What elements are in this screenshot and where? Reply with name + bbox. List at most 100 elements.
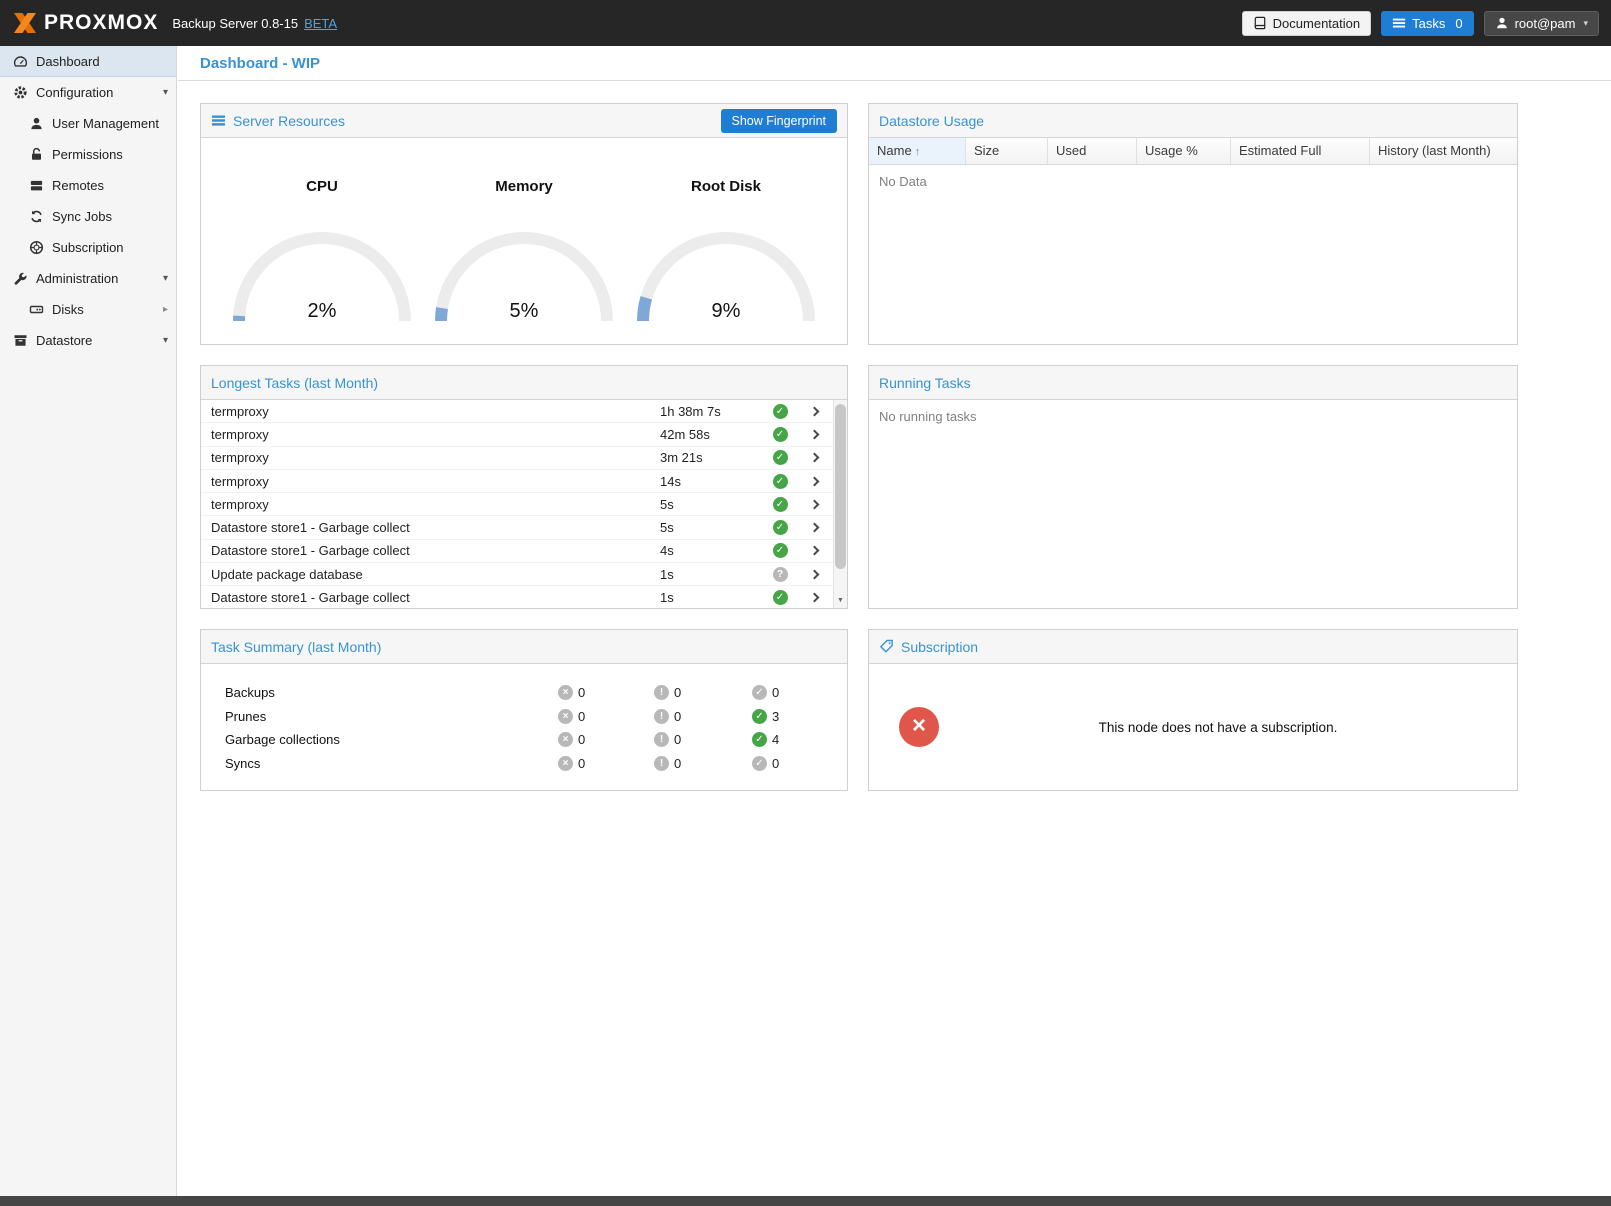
task-row[interactable]: termproxy 1h 38m 7s ✓ xyxy=(201,400,833,423)
book-icon xyxy=(1253,16,1267,30)
task-name: termproxy xyxy=(201,450,660,465)
chevron-right-icon[interactable] xyxy=(795,547,833,554)
longest-tasks-panel: Longest Tasks (last Month) termproxy 1h … xyxy=(200,365,848,609)
ok-count: 0 xyxy=(772,685,779,700)
error-count: 0 xyxy=(578,732,585,747)
tasks-label: Tasks xyxy=(1412,16,1445,31)
topbar-actions: Documentation Tasks 0 root@pam ▾ xyxy=(1242,11,1599,36)
status-ok-icon: ✓ xyxy=(773,427,788,442)
task-duration: 42m 58s xyxy=(660,427,765,442)
task-row[interactable]: termproxy 42m 58s ✓ xyxy=(201,423,833,446)
sidebar-item-label: Remotes xyxy=(52,178,104,193)
subscription-panel: Subscription × This node does not have a… xyxy=(868,629,1518,791)
task-name: Datastore store1 - Garbage collect xyxy=(201,543,660,558)
chevron-right-icon[interactable] xyxy=(795,478,833,485)
chevron-right-icon[interactable] xyxy=(795,408,833,415)
sidebar-item-configuration[interactable]: Configuration ▾ xyxy=(0,77,176,108)
ok-count-icon: ✓ xyxy=(752,756,767,771)
gauge-value: 2% xyxy=(227,300,417,323)
ok-count-icon: ✓ xyxy=(752,685,767,700)
sidebar-item-subscription[interactable]: Subscription xyxy=(0,232,176,263)
task-duration: 1h 38m 7s xyxy=(660,404,765,419)
sidebar-item-sync-jobs[interactable]: Sync Jobs xyxy=(0,201,176,232)
status-ok-icon: ✓ xyxy=(773,497,788,512)
task-summary-body: Backups ×0 !0 ✓0 Prunes ×0 !0 ✓3 Garbage… xyxy=(201,664,847,790)
summary-label: Syncs xyxy=(225,756,558,771)
column-header-used[interactable]: Used xyxy=(1048,138,1137,164)
sidebar-item-label: Administration xyxy=(36,271,118,286)
task-name: termproxy xyxy=(201,497,660,512)
task-summary-panel: Task Summary (last Month) Backups ×0 !0 … xyxy=(200,629,848,791)
wrench-icon xyxy=(12,271,28,287)
task-row[interactable]: Datastore store1 - Garbage collect 1s ✓ xyxy=(201,586,833,608)
summary-label: Backups xyxy=(225,685,558,700)
datastore-usage-body: Name↑ Size Used Usage % Estimated Full H… xyxy=(869,138,1517,344)
chevron-right-icon[interactable] xyxy=(795,501,833,508)
scrollbar-thumb[interactable] xyxy=(835,404,846,569)
sidebar-item-datastore[interactable]: Datastore ▾ xyxy=(0,325,176,356)
panel-title: Task Summary (last Month) xyxy=(211,639,381,655)
error-count-icon: × xyxy=(558,756,573,771)
scrollbar[interactable]: ▼ xyxy=(833,400,847,608)
datastore-usage-panel: Datastore Usage Name↑ Size Used Usage % … xyxy=(868,103,1518,345)
chevron-right-icon[interactable] xyxy=(795,594,833,601)
sidebar-item-remotes[interactable]: Remotes xyxy=(0,170,176,201)
documentation-button[interactable]: Documentation xyxy=(1242,11,1371,36)
column-header-usage-pct[interactable]: Usage % xyxy=(1137,138,1231,164)
task-row[interactable]: Datastore store1 - Garbage collect 5s ✓ xyxy=(201,516,833,539)
warning-count: 0 xyxy=(674,685,681,700)
hdd-icon xyxy=(28,302,44,318)
error-count: 0 xyxy=(578,756,585,771)
sidebar-item-label: Permissions xyxy=(52,147,123,162)
status-ok-icon: ✓ xyxy=(773,543,788,558)
table-header-row: Name↑ Size Used Usage % Estimated Full H… xyxy=(869,138,1517,165)
sidebar-item-permissions[interactable]: Permissions xyxy=(0,139,176,170)
chevron-right-icon[interactable] xyxy=(795,454,833,461)
column-header-name[interactable]: Name↑ xyxy=(869,138,966,164)
task-row[interactable]: termproxy 3m 21s ✓ xyxy=(201,447,833,470)
task-duration: 1s xyxy=(660,567,765,582)
column-header-size[interactable]: Size xyxy=(966,138,1048,164)
task-name: termproxy xyxy=(201,427,660,442)
sidebar-item-label: Dashboard xyxy=(36,54,100,69)
sort-ascending-icon: ↑ xyxy=(915,146,921,158)
task-row[interactable]: Datastore store1 - Garbage collect 4s ✓ xyxy=(201,540,833,563)
column-header-history[interactable]: History (last Month) xyxy=(1370,138,1517,164)
running-tasks-panel: Running Tasks No running tasks xyxy=(868,365,1518,609)
user-icon xyxy=(1495,16,1509,30)
sidebar-item-user-management[interactable]: User Management xyxy=(0,108,176,139)
panel-title: Subscription xyxy=(901,639,978,655)
tasks-button[interactable]: Tasks 0 xyxy=(1381,11,1473,36)
task-duration: 5s xyxy=(660,520,765,535)
sidebar-item-dashboard[interactable]: Dashboard xyxy=(0,46,176,77)
error-count-icon: × xyxy=(558,709,573,724)
gauge-label: Root Disk xyxy=(631,178,821,195)
task-row[interactable]: Update package database 1s ? xyxy=(201,563,833,586)
status-ok-icon: ✓ xyxy=(773,404,788,419)
beta-link[interactable]: BETA xyxy=(304,16,337,31)
subscription-body: × This node does not have a subscription… xyxy=(869,664,1517,790)
chevron-right-icon[interactable] xyxy=(795,571,833,578)
sidebar-item-administration[interactable]: Administration ▾ xyxy=(0,263,176,294)
ok-count: 3 xyxy=(772,709,779,724)
error-count-icon: × xyxy=(558,732,573,747)
warning-count-icon: ! xyxy=(654,709,669,724)
scroll-down-button[interactable]: ▼ xyxy=(834,594,847,607)
sidebar-item-label: User Management xyxy=(52,116,159,131)
column-header-estimated-full[interactable]: Estimated Full xyxy=(1231,138,1370,164)
task-row[interactable]: termproxy 5s ✓ xyxy=(201,493,833,516)
product-version: Backup Server 0.8-15 xyxy=(172,16,298,31)
proxmox-logo: PROXMOX xyxy=(12,11,158,35)
chevron-right-icon[interactable] xyxy=(795,431,833,438)
chevron-right-icon[interactable] xyxy=(795,524,833,531)
task-row[interactable]: termproxy 14s ✓ xyxy=(201,470,833,493)
show-fingerprint-button[interactable]: Show Fingerprint xyxy=(721,109,838,133)
task-name: Update package database xyxy=(201,567,660,582)
user-menu-button[interactable]: root@pam ▾ xyxy=(1484,11,1599,36)
sidebar-item-disks[interactable]: Disks ▸ xyxy=(0,294,176,325)
chevron-down-icon: ▾ xyxy=(1583,18,1588,29)
panel-title: Running Tasks xyxy=(879,375,971,391)
empty-state-text: No Data xyxy=(869,165,1517,198)
status-unknown-icon: ? xyxy=(773,567,788,582)
empty-state-text: No running tasks xyxy=(869,400,1517,433)
